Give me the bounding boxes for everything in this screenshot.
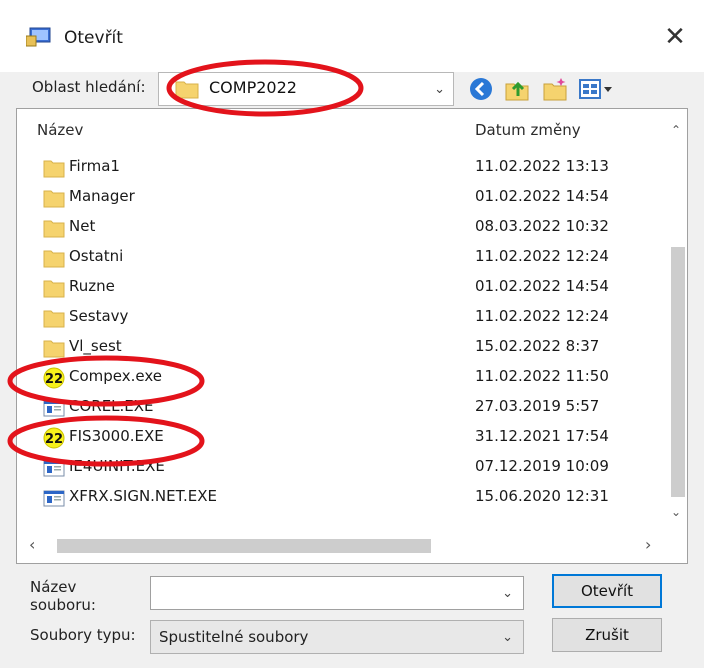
file-name: Ruzne — [69, 277, 115, 295]
list-item[interactable]: Firma1 11.02.2022 13:13 — [17, 153, 657, 183]
open-file-dialog: Otevřít ✕ Oblast hledání: COMP2022 ⌄ Náz… — [0, 0, 704, 668]
list-item[interactable]: COREL.EXE 27.03.2019 5:57 — [17, 393, 657, 423]
folder-icon — [43, 220, 65, 238]
file-name: Ostatni — [69, 247, 124, 265]
scroll-thumb[interactable] — [57, 539, 431, 553]
scroll-right-icon[interactable]: › — [645, 535, 651, 554]
file-date: 11.02.2022 11:50 — [475, 367, 609, 385]
list-item[interactable]: XFRX.SIGN.NET.EXE 15.06.2020 12:31 — [17, 483, 657, 513]
file-name: FIS3000.EXE — [69, 427, 164, 445]
chevron-down-icon[interactable]: ⌄ — [502, 630, 513, 645]
file-name: Firma1 — [69, 157, 120, 175]
folder-icon — [43, 160, 65, 178]
scroll-down-icon[interactable]: ⌄ — [671, 505, 681, 519]
file-name: Manager — [69, 187, 135, 205]
file-list: Název Datum změny Firma1 11.02.2022 13:13… — [16, 108, 688, 564]
file-date: 31.12.2021 17:54 — [475, 427, 609, 445]
folder-icon — [43, 250, 65, 268]
folder-icon — [175, 81, 199, 99]
look-in-label: Oblast hledání: — [32, 78, 146, 96]
exe-icon — [43, 460, 65, 477]
close-button[interactable]: ✕ — [652, 18, 698, 56]
scroll-thumb[interactable] — [671, 247, 685, 497]
new-folder-icon[interactable] — [542, 76, 568, 102]
list-item[interactable]: Manager 01.02.2022 14:54 — [17, 183, 657, 213]
filetype-label: Soubory typu: — [30, 626, 136, 644]
exe-icon — [43, 490, 65, 507]
chevron-down-icon[interactable]: ⌄ — [434, 82, 445, 97]
file-name: Net — [69, 217, 96, 235]
look-in-dropdown[interactable]: COMP2022 ⌄ — [158, 72, 454, 106]
exe-icon — [43, 400, 65, 417]
scroll-left-icon[interactable]: ‹ — [29, 535, 35, 554]
vertical-scrollbar[interactable]: ⌃ ⌄ — [667, 117, 687, 519]
back-icon[interactable] — [468, 76, 494, 102]
folder-icon — [43, 310, 65, 328]
up-folder-icon[interactable] — [504, 76, 530, 102]
file-date: 11.02.2022 13:13 — [475, 157, 609, 175]
app22-icon: 22 — [43, 367, 65, 389]
list-item[interactable]: Vl_sest 15.02.2022 8:37 — [17, 333, 657, 363]
list-item[interactable]: 22 FIS3000.EXE 31.12.2021 17:54 — [17, 423, 657, 453]
list-item[interactable]: Ruzne 01.02.2022 14:54 — [17, 273, 657, 303]
look-in-value: COMP2022 — [209, 78, 297, 97]
chevron-down-icon[interactable]: ⌄ — [502, 586, 513, 601]
app22-icon: 22 — [43, 427, 65, 449]
file-date: 15.06.2020 12:31 — [475, 487, 609, 505]
filetype-dropdown[interactable]: Spustitelné soubory ⌄ — [150, 620, 524, 654]
svg-text:22: 22 — [45, 372, 63, 387]
horizontal-scrollbar[interactable]: ‹ › — [17, 533, 667, 557]
column-header-date[interactable]: Datum změny — [475, 121, 581, 139]
folder-icon — [43, 190, 65, 208]
file-name: Vl_sest — [69, 337, 122, 355]
svg-text:22: 22 — [45, 432, 63, 447]
file-name: XFRX.SIGN.NET.EXE — [69, 487, 218, 505]
file-name: Sestavy — [69, 307, 129, 325]
file-date: 11.02.2022 12:24 — [475, 247, 609, 265]
view-menu-icon[interactable] — [578, 76, 614, 102]
filename-label: Název souboru: — [30, 578, 96, 614]
list-item[interactable]: Ostatni 11.02.2022 12:24 — [17, 243, 657, 273]
list-item[interactable]: 22 Compex.exe 11.02.2022 11:50 — [17, 363, 657, 393]
open-button[interactable]: Otevřít — [552, 574, 662, 608]
filetype-value: Spustitelné soubory — [159, 628, 309, 646]
list-item[interactable]: Sestavy 11.02.2022 12:24 — [17, 303, 657, 333]
scroll-up-icon[interactable]: ⌃ — [671, 123, 681, 137]
dialog-title: Otevřít — [64, 28, 123, 48]
file-date: 01.02.2022 14:54 — [475, 187, 609, 205]
list-item[interactable]: IE4UINIT.EXE 07.12.2019 10:09 — [17, 453, 657, 483]
filename-input[interactable]: ⌄ — [150, 576, 524, 610]
file-date: 27.03.2019 5:57 — [475, 397, 600, 415]
column-header-name[interactable]: Název — [37, 121, 83, 139]
file-date: 01.02.2022 14:54 — [475, 277, 609, 295]
open-dialog-icon — [26, 27, 51, 47]
folder-icon — [43, 280, 65, 298]
title-bar: Otevřít ✕ — [0, 0, 704, 72]
file-name: COREL.EXE — [69, 397, 154, 415]
list-item[interactable]: Net 08.03.2022 10:32 — [17, 213, 657, 243]
folder-icon — [43, 340, 65, 358]
cancel-button[interactable]: Zrušit — [552, 618, 662, 652]
file-date: 08.03.2022 10:32 — [475, 217, 609, 235]
file-name: Compex.exe — [69, 367, 163, 385]
file-date: 15.02.2022 8:37 — [475, 337, 600, 355]
file-date: 11.02.2022 12:24 — [475, 307, 609, 325]
file-date: 07.12.2019 10:09 — [475, 457, 609, 475]
file-name: IE4UINIT.EXE — [69, 457, 165, 475]
